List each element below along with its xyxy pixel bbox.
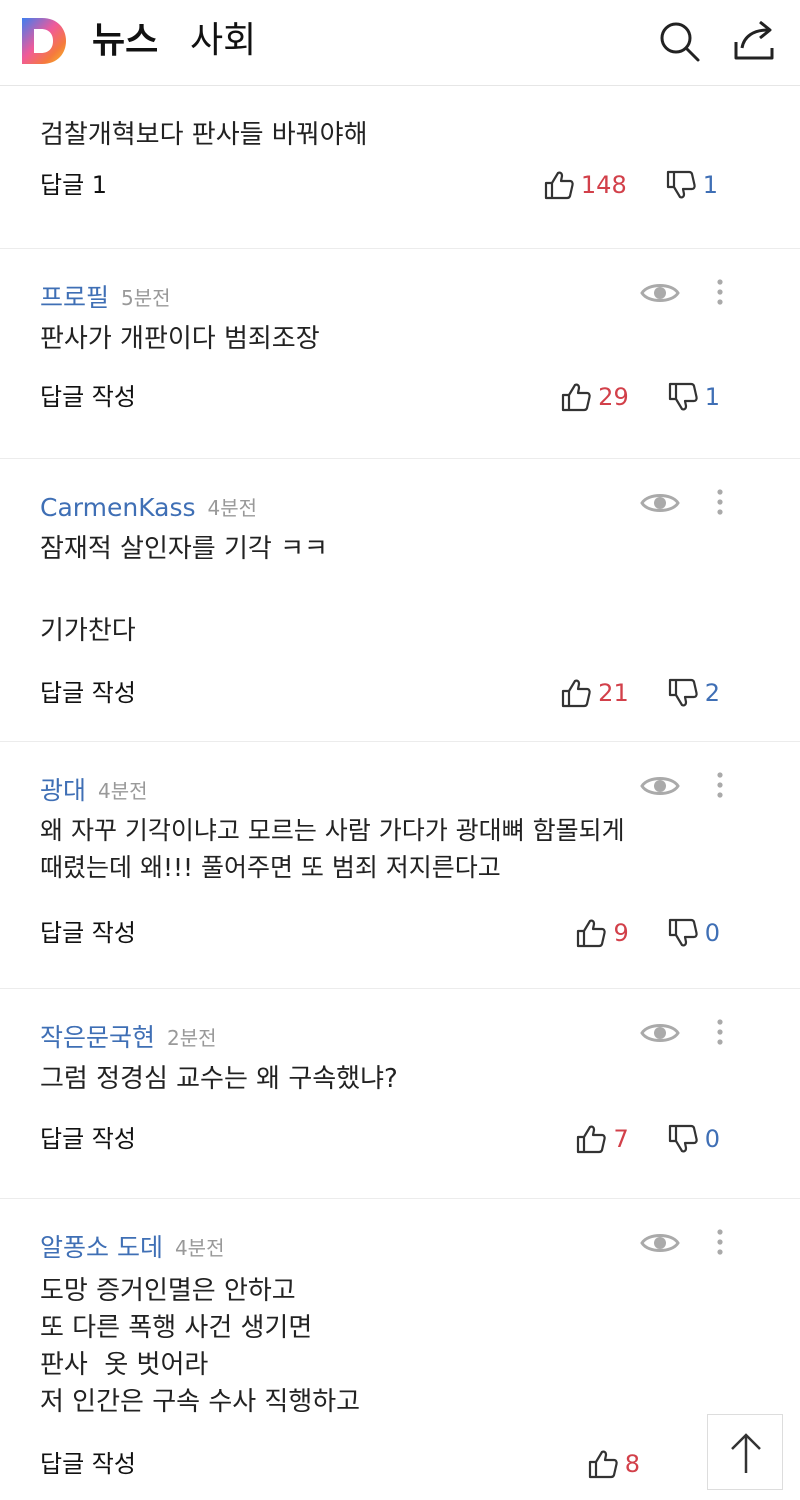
comment-item: 프로필 5분전 판사가 개판이다 범죄조장 답글 작성 29 1: [0, 249, 800, 459]
thumbs-down-icon[interactable]: [667, 677, 699, 709]
dislike-count: 0: [704, 919, 720, 947]
comment-item: 광대 4분전 왜 자꾸 기각이냐고 모르는 사람 가다가 광대뼈 함몰되게 때렸는…: [0, 742, 800, 989]
comment-time: 5분전: [121, 286, 171, 310]
eye-icon[interactable]: [640, 772, 680, 800]
thumbs-down-icon[interactable]: [667, 1123, 699, 1155]
comment-time: 4분전: [174, 1236, 225, 1260]
more-options-icon[interactable]: [714, 487, 726, 517]
dislike-count: 1: [704, 383, 720, 411]
dislike-count: 1: [702, 171, 718, 199]
eye-icon[interactable]: [640, 1229, 680, 1257]
reply-button[interactable]: 답글 작성: [40, 1122, 136, 1156]
comment-time: 4분전: [98, 779, 148, 803]
more-options-icon[interactable]: [714, 1227, 726, 1257]
thumbs-down-icon[interactable]: [665, 169, 697, 201]
like-count: 29: [598, 383, 629, 411]
thumbs-down-icon[interactable]: [667, 381, 699, 413]
dislike-count: 0: [704, 1125, 720, 1153]
comment-author[interactable]: 작은문국현: [40, 1023, 155, 1052]
arrow-up-icon: [731, 1433, 761, 1473]
comment-text: 검찰개혁보다 판사들 바꿔야해: [40, 120, 368, 150]
search-icon[interactable]: [656, 18, 702, 64]
section-title[interactable]: 뉴스: [92, 16, 158, 66]
comment-author[interactable]: 알퐁소 도데: [40, 1233, 163, 1262]
more-options-icon[interactable]: [714, 770, 726, 800]
comment-author[interactable]: 프로필: [40, 283, 109, 312]
reply-button[interactable]: 답글 작성: [40, 380, 136, 414]
share-icon[interactable]: [732, 18, 778, 64]
comment-item: CarmenKass 4분전 잠재적 살인자를 기각 ㅋㅋ 기가찬다 답글 작성 …: [0, 459, 800, 742]
thumbs-up-icon[interactable]: [560, 381, 592, 413]
comment-text: 판사가 개판이다 범죄조장: [40, 324, 320, 354]
reply-button[interactable]: 답글 작성: [40, 916, 136, 950]
like-count: 9: [613, 919, 629, 947]
daum-logo[interactable]: [20, 16, 68, 66]
category-title: 사회: [190, 20, 257, 61]
thumbs-down-icon[interactable]: [667, 917, 699, 949]
comment-time: 4분전: [207, 496, 258, 520]
more-options-icon[interactable]: [714, 1017, 726, 1047]
like-count: 7: [613, 1125, 629, 1153]
comment-text: 왜 자꾸 기각이냐고 모르는 사람 가다가 광대뼈 함몰되게 때렸는데 왜!!!…: [40, 816, 625, 882]
thumbs-up-icon[interactable]: [560, 677, 592, 709]
more-options-icon[interactable]: [714, 277, 726, 307]
app-header: 뉴스 사회: [0, 0, 800, 86]
comment-item: 알퐁소 도데 4분전 도망 증거인멸은 안하고 또 다른 폭행 사건 생기면 판사…: [0, 1199, 800, 1499]
comment-time: 2분전: [167, 1026, 217, 1050]
comment-text: 잠재적 살인자를 기각 ㅋㅋ 기가찬다: [40, 534, 328, 646]
eye-icon[interactable]: [640, 1019, 680, 1047]
dislike-count: 2: [704, 679, 720, 707]
eye-icon[interactable]: [640, 279, 680, 307]
comment-author[interactable]: 광대: [40, 776, 86, 805]
thumbs-up-icon[interactable]: [575, 1123, 607, 1155]
eye-icon[interactable]: [640, 489, 680, 517]
thumbs-up-icon[interactable]: [575, 917, 607, 949]
comment-list: 검찰개혁보다 판사들 바꿔야해 답글 1 148 1 프로필 5분전 판사가 개판…: [0, 87, 800, 1499]
like-count: 21: [598, 679, 629, 707]
comment-text: 그럼 정경심 교수는 왜 구속했냐?: [40, 1064, 398, 1094]
reply-button[interactable]: 답글 작성: [40, 1447, 136, 1481]
comment-text: 도망 증거인멸은 안하고 또 다른 폭행 사건 생기면 판사 옷 벗어라 저 인…: [40, 1276, 361, 1417]
like-count: 8: [624, 1450, 640, 1478]
comment-item: 검찰개혁보다 판사들 바꿔야해 답글 1 148 1: [0, 87, 800, 249]
like-count: 148: [580, 171, 627, 199]
reply-button[interactable]: 답글 작성: [40, 676, 136, 710]
reply-button[interactable]: 답글 1: [40, 168, 107, 202]
thumbs-up-icon[interactable]: [587, 1448, 619, 1480]
thumbs-up-icon[interactable]: [543, 169, 575, 201]
scroll-to-top-button[interactable]: [707, 1414, 783, 1490]
comment-author[interactable]: CarmenKass: [40, 493, 196, 522]
comment-item: 작은문국현 2분전 그럼 정경심 교수는 왜 구속했냐? 답글 작성 7 0: [0, 989, 800, 1199]
